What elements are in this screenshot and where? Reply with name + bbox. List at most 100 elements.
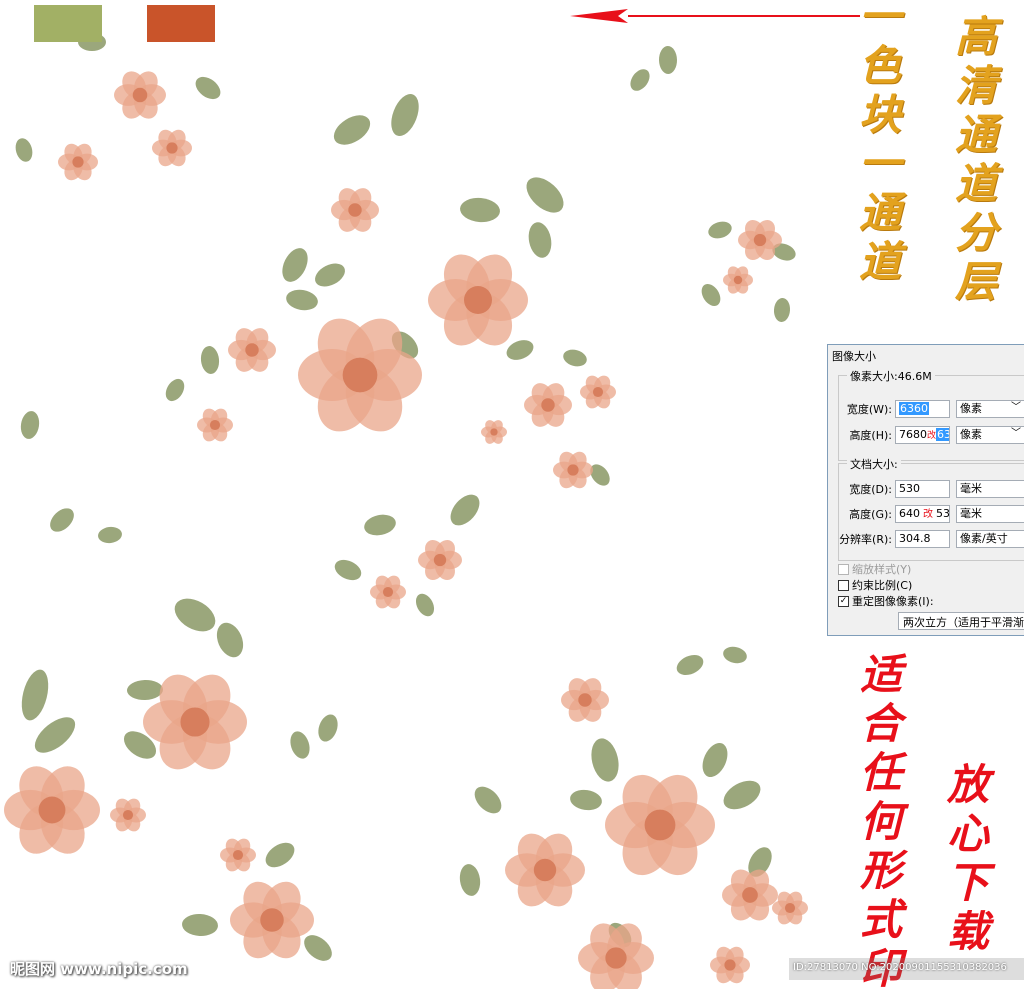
pixel-height-unit-select[interactable]: 像素 ﹀ bbox=[956, 426, 1024, 444]
leaf-icon bbox=[676, 654, 704, 676]
doc-width-unit-select[interactable]: 毫米 bbox=[956, 480, 1024, 498]
pixel-dimensions-group: 像素大小:46.6M 宽度(W): 6360 像素 ﹀ 高度(H): 7680改6… bbox=[838, 368, 1024, 461]
leaf-icon bbox=[364, 514, 396, 536]
red-arrow-icon bbox=[570, 9, 860, 23]
pixel-height-input[interactable]: 7680改6360 bbox=[895, 426, 950, 444]
flower-icon bbox=[481, 420, 507, 444]
flower-icon bbox=[143, 674, 247, 770]
leaf-icon bbox=[723, 780, 761, 810]
layers-caption: 高清通道分层 bbox=[954, 12, 997, 306]
leaf-icon bbox=[265, 842, 295, 868]
checkbox-icon bbox=[838, 563, 849, 575]
leaf-icon bbox=[174, 598, 216, 632]
leaf-icon bbox=[318, 714, 338, 742]
chevron-down-icon: ﹀ bbox=[1011, 428, 1021, 439]
flower-icon bbox=[722, 869, 778, 921]
resample-method-select[interactable]: 两次立方（适用于平滑渐变 bbox=[898, 612, 1024, 630]
image-id-watermark: ID:27813070 NO:20200901155310382036 bbox=[789, 958, 1024, 980]
flower-icon bbox=[219, 838, 256, 872]
flower-icon bbox=[4, 766, 100, 854]
site-watermark: 昵图网 www.nipic.com bbox=[10, 960, 188, 978]
resolution-unit-select[interactable]: 像素/英寸 bbox=[956, 530, 1024, 548]
green-color-swatch bbox=[34, 5, 102, 42]
flower-icon bbox=[737, 219, 783, 261]
leaf-icon bbox=[723, 646, 747, 664]
flower-icon bbox=[605, 774, 715, 876]
flower-icon bbox=[505, 833, 585, 907]
pixel-width-row: 宽度(W): 6360 像素 ﹀ bbox=[839, 400, 1024, 418]
resolution-input[interactable]: 304.8 bbox=[895, 530, 950, 548]
pixel-size-label: 像素大小:46.6M bbox=[847, 368, 935, 384]
doc-height-unit-select[interactable]: 毫米 bbox=[956, 505, 1024, 523]
leaf-icon bbox=[391, 94, 419, 136]
leaf-icon bbox=[474, 786, 502, 814]
flower-icon bbox=[561, 678, 609, 722]
leaf-icon bbox=[15, 138, 33, 162]
leaf-icon bbox=[165, 378, 185, 402]
leaf-icon bbox=[333, 115, 371, 145]
leaf-icon bbox=[50, 508, 74, 532]
leaf-icon bbox=[127, 679, 163, 701]
flower-icon bbox=[331, 188, 379, 232]
flower-icon bbox=[152, 129, 192, 167]
orange-color-swatch bbox=[147, 5, 215, 42]
flower-icon bbox=[524, 383, 572, 427]
resolution-label: 分辨率(R): bbox=[839, 533, 892, 546]
constrain-proportions-checkbox[interactable]: 约束比例(C) bbox=[838, 577, 912, 593]
flower-icon bbox=[553, 451, 593, 489]
leaf-icon bbox=[195, 76, 221, 100]
doc-height-input[interactable]: 640改530 bbox=[895, 505, 950, 523]
flower-icon bbox=[428, 254, 528, 346]
leaf-icon bbox=[98, 526, 122, 544]
doc-width-input[interactable]: 530 bbox=[895, 480, 950, 498]
leaf-icon bbox=[304, 935, 332, 961]
doc-height-label: 高度(G): bbox=[849, 508, 892, 521]
flower-icon bbox=[196, 408, 234, 442]
leaf-icon bbox=[701, 284, 721, 306]
leaf-icon bbox=[20, 411, 40, 439]
flower-icon bbox=[710, 946, 750, 984]
flower-icon bbox=[580, 375, 616, 409]
resolution-row: 分辨率(R): 304.8 像素/英寸 bbox=[839, 530, 1024, 548]
leaf-icon bbox=[773, 298, 791, 322]
doc-size-label: 文档大小: bbox=[847, 456, 901, 472]
leaf-icon bbox=[315, 263, 345, 287]
leaf-icon bbox=[506, 340, 534, 360]
flower-icon bbox=[370, 575, 406, 609]
doc-height-row: 高度(G): 640改530 毫米 bbox=[839, 505, 1024, 523]
leaf-icon bbox=[21, 669, 49, 721]
flower-icon bbox=[723, 266, 753, 294]
doc-width-label: 宽度(D): bbox=[849, 483, 892, 496]
leaf-icon bbox=[708, 221, 732, 239]
leaf-icon bbox=[216, 622, 244, 658]
pixel-width-unit-select[interactable]: 像素 ﹀ bbox=[956, 400, 1024, 418]
leaf-icon bbox=[658, 46, 678, 74]
scale-styles-checkbox[interactable]: 缩放样式(Y) bbox=[838, 561, 911, 577]
document-size-group: 文档大小: 宽度(D): 530 毫米 高度(G): 640改530 毫米 分辨… bbox=[838, 456, 1024, 561]
doc-width-row: 宽度(D): 530 毫米 bbox=[839, 480, 1024, 498]
checkbox-icon bbox=[838, 579, 849, 591]
leaf-icon bbox=[591, 738, 619, 782]
leaf-icon bbox=[459, 864, 481, 896]
flower-icon bbox=[228, 328, 276, 372]
dialog-title: 图像大小 bbox=[832, 350, 876, 363]
flower-icon bbox=[418, 539, 462, 581]
pixel-width-input[interactable]: 6360 bbox=[895, 400, 950, 418]
download-caption: 放心下载 bbox=[946, 760, 989, 956]
print-caption: 适合任何形式印 bbox=[859, 650, 902, 989]
leaf-icon bbox=[528, 222, 552, 258]
leaf-icon bbox=[34, 717, 76, 753]
leaf-icon bbox=[286, 289, 318, 311]
pixel-height-row: 高度(H): 7680改6360 像素﹀ bbox=[839, 426, 1024, 444]
leaf-icon bbox=[182, 913, 218, 937]
leaf-icon bbox=[290, 731, 310, 759]
flower-icon bbox=[230, 881, 314, 959]
leaf-icon bbox=[563, 349, 587, 367]
leaf-icon bbox=[282, 248, 308, 282]
flower-icon bbox=[110, 798, 146, 832]
pixel-width-label: 宽度(W): bbox=[846, 403, 892, 416]
leaf-icon bbox=[526, 177, 564, 213]
leaf-icon bbox=[630, 69, 650, 91]
leaf-icon bbox=[460, 197, 500, 223]
resample-checkbox[interactable]: ✓ 重定图像像素(I): bbox=[838, 593, 934, 609]
